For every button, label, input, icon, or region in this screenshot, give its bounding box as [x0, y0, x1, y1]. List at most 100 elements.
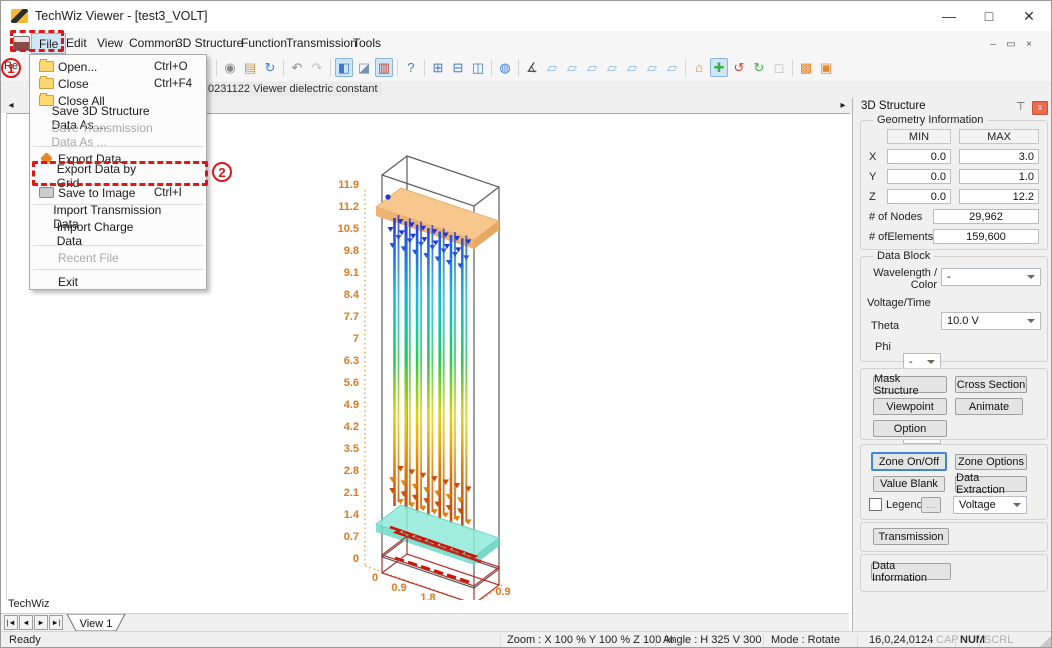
view-cube-right-icon[interactable]: ▱ — [603, 58, 621, 77]
export-icon — [34, 154, 58, 163]
close-button[interactable]: ✕ — [1009, 1, 1049, 31]
move-axes-icon[interactable]: ✚ — [710, 58, 728, 77]
viewpoint-button[interactable]: Viewpoint — [873, 398, 947, 415]
svg-text:10.5: 10.5 — [338, 223, 359, 235]
toolbar-separator — [792, 59, 793, 77]
menu-item-save-transmission: Save Transmission Data As ... — [30, 126, 206, 143]
svg-text:5.6: 5.6 — [344, 377, 359, 389]
view-cube-bottom-icon[interactable]: ▱ — [643, 58, 661, 77]
svg-text:0: 0 — [372, 572, 378, 584]
tile-horizontal-icon[interactable]: ⊟ — [449, 58, 467, 77]
report-icon[interactable]: ▥ — [375, 58, 393, 77]
help-icon[interactable]: ? — [402, 58, 420, 77]
tab-first-button[interactable]: |◄ — [4, 615, 18, 630]
svg-text:0.9: 0.9 — [495, 586, 510, 598]
tile-vertical-icon[interactable]: ◫ — [469, 58, 487, 77]
group-legend: Data Block — [873, 250, 934, 262]
view-cube-top-icon[interactable]: ▱ — [623, 58, 641, 77]
y-min-value: 0.0 — [887, 169, 951, 184]
mdi-close-button[interactable]: × — [1021, 37, 1037, 51]
redo-icon[interactable]: ↷ — [308, 58, 326, 77]
nodes-label: # of Nodes — [869, 211, 922, 223]
toolbar-separator — [685, 59, 686, 77]
color-label: Color — [861, 279, 937, 291]
menu-item-import-charge[interactable]: Import Charge Data — [30, 225, 206, 242]
menu-item-exit[interactable]: Exit — [30, 273, 206, 290]
menu-tools[interactable]: Tools — [345, 33, 389, 52]
zone-grid-icon[interactable]: ▣ — [817, 58, 835, 77]
select-box-icon[interactable]: ◻ — [770, 58, 788, 77]
pin-icon[interactable]: ⊤ — [1016, 100, 1026, 113]
dock-label: TechWiz — [8, 598, 50, 610]
svg-text:0.7: 0.7 — [344, 531, 359, 543]
svg-text:9.8: 9.8 — [344, 245, 359, 257]
snapshot-icon[interactable]: ◉ — [221, 58, 239, 77]
maximize-button[interactable]: □ — [969, 1, 1009, 31]
menu-item-export-data-by-grid[interactable]: Export Data by Grid — [30, 167, 206, 184]
menu-item-save-to-image[interactable]: Save to Image Ctrl+I — [30, 184, 206, 201]
axes-triad-icon[interactable]: ∡ — [523, 58, 541, 77]
resize-grip[interactable] — [1040, 636, 1051, 647]
zone-options-button[interactable]: Zone Options — [955, 454, 1027, 470]
document-icon — [13, 36, 30, 51]
menu-item-open[interactable]: Open... Ctrl+O — [30, 58, 206, 75]
data-extraction-button[interactable]: Data Extraction — [955, 476, 1027, 492]
option-button[interactable]: Option — [873, 420, 947, 437]
status-zoom: Zoom : X 100 % Y 100 % Z 100 % — [507, 634, 674, 646]
globe-icon[interactable]: ◍ — [496, 58, 514, 77]
elements-label: # ofElements — [869, 231, 933, 243]
panel-title: 3D Structure — [861, 100, 926, 112]
window-cascade-icon[interactable]: ⊞ — [429, 58, 447, 77]
panel-bottom-icon[interactable]: ◪ — [355, 58, 373, 77]
techwiz-viewer-window: TechWiz Viewer - [test3_VOLT] — □ ✕ File… — [0, 0, 1052, 648]
view-cube-front-icon[interactable]: ▱ — [543, 58, 561, 77]
rotate-ccw-icon[interactable]: ↺ — [730, 58, 748, 77]
svg-text:11.2: 11.2 — [338, 201, 359, 213]
legend-checkbox[interactable] — [869, 498, 882, 511]
zone-polygon-icon[interactable]: ⌂ — [690, 58, 708, 77]
view-tab[interactable]: View 1 — [65, 614, 129, 632]
svg-text:1.4: 1.4 — [344, 509, 360, 521]
panel-left-icon[interactable]: ◧ — [335, 58, 353, 77]
voltage-time-select[interactable]: 10.0 V — [941, 312, 1041, 330]
refresh-icon[interactable]: ↻ — [261, 58, 279, 77]
minimize-button[interactable]: — — [929, 1, 969, 31]
transmission-group: Transmission — [860, 522, 1048, 552]
zone-onoff-button[interactable]: Zone On/Off — [871, 452, 947, 471]
tab-last-button[interactable]: ►| — [49, 615, 63, 630]
mdi-restore-button[interactable]: ▭ — [1003, 37, 1019, 51]
view-cube-left-icon[interactable]: ▱ — [583, 58, 601, 77]
legend-more-button[interactable]: ... — [921, 497, 941, 513]
dataset-combo[interactable]: 0231122 Viewer dielectric constant — [204, 82, 382, 96]
animate-button[interactable]: Animate — [955, 398, 1023, 415]
wavelength-color-select[interactable]: - — [941, 268, 1041, 286]
display-mode-select[interactable]: Voltage — [953, 496, 1027, 514]
tab-scroll-left-icon[interactable]: ◂ — [4, 98, 18, 112]
view-cube-back-icon[interactable]: ▱ — [563, 58, 581, 77]
tab-prev-button[interactable]: ◄ — [19, 615, 33, 630]
transmission-button[interactable]: Transmission — [873, 528, 949, 545]
paste-icon[interactable]: ▤ — [241, 58, 259, 77]
undo-icon[interactable]: ↶ — [288, 58, 306, 77]
x-axis-label: X — [869, 151, 876, 163]
mask-structure-button[interactable]: Mask Structure — [873, 376, 947, 393]
folder-icon — [34, 78, 58, 89]
toolbar-separator — [330, 59, 331, 77]
x-max-value: 3.0 — [959, 149, 1039, 164]
menu-item-close[interactable]: Close Ctrl+F4 — [30, 75, 206, 92]
tab-next-button[interactable]: ► — [34, 615, 48, 630]
svg-text:4.9: 4.9 — [344, 399, 359, 411]
view-cube-iso-icon[interactable]: ▱ — [663, 58, 681, 77]
zone-grid-dotted-icon[interactable]: ▩ — [797, 58, 815, 77]
y-axis-label: Y — [869, 171, 876, 183]
y-max-value: 1.0 — [959, 169, 1039, 184]
cross-section-button[interactable]: Cross Section — [955, 376, 1027, 393]
data-information-button[interactable]: Data Information — [871, 563, 951, 580]
elements-value: 159,600 — [933, 229, 1039, 244]
mdi-minimize-button[interactable]: – — [985, 37, 1001, 51]
svg-text:3.5: 3.5 — [344, 443, 359, 455]
value-blank-button[interactable]: Value Blank — [873, 476, 945, 492]
tab-scroll-right-icon[interactable]: ▸ — [836, 98, 850, 112]
panel-close-icon[interactable]: x — [1032, 101, 1048, 115]
rotate-cw-icon[interactable]: ↻ — [750, 58, 768, 77]
